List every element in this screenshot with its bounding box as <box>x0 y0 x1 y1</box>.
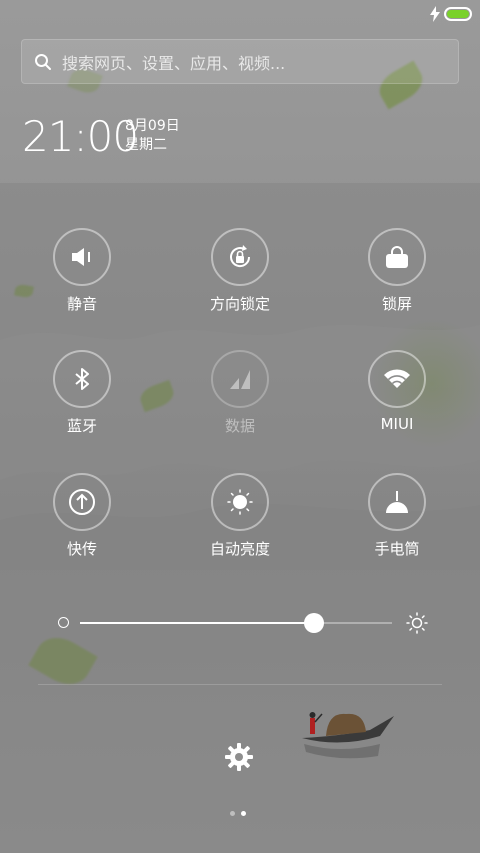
panel-divider <box>38 684 442 685</box>
speaker-icon <box>72 248 90 266</box>
toggle-mute-label: 静音 <box>66 295 97 313</box>
toggle-bluetooth-label: 蓝牙 <box>66 417 97 435</box>
status-bar <box>0 0 480 28</box>
toggle-flashlight[interactable]: 手电筒 <box>337 473 457 559</box>
toggle-auto-brightness[interactable]: 自动亮度 <box>180 473 300 559</box>
search-bar[interactable]: 搜索网页、设置、应用、视频... <box>21 39 459 84</box>
page-dot <box>230 811 235 816</box>
toggle-wifi-label: MIUI <box>380 415 414 433</box>
wifi-icon <box>384 369 410 388</box>
mobile-data-icon <box>230 370 250 389</box>
brightness-slider[interactable] <box>58 610 428 636</box>
wallpaper-boat <box>302 712 394 759</box>
toggle-bluetooth-button[interactable] <box>53 350 111 408</box>
battery-level <box>447 10 469 18</box>
clock-date[interactable]: 8月09日 星期二 <box>125 117 180 155</box>
toggle-wifi[interactable]: MIUI <box>337 350 457 433</box>
toggle-rotation-lock[interactable]: 方向锁定 <box>180 228 300 314</box>
settings-gear-icon[interactable] <box>224 742 254 772</box>
charging-icon <box>430 6 440 22</box>
search-icon <box>35 53 51 70</box>
toggle-mobile-data-button[interactable] <box>211 350 269 408</box>
toggle-rotation-lock-button[interactable] <box>211 228 269 286</box>
toggle-auto-brightness-label: 自动亮度 <box>209 540 270 558</box>
brightness-fill <box>80 622 314 624</box>
brightness-knob[interactable] <box>304 613 324 633</box>
toggle-wifi-button[interactable] <box>368 350 426 408</box>
toggle-lock-screen-button[interactable] <box>368 228 426 286</box>
date-label: 8月09日 <box>125 118 180 134</box>
toggle-lock-screen-label: 锁屏 <box>381 295 412 313</box>
search-placeholder: 搜索网页、设置、应用、视频... <box>62 53 286 73</box>
toggle-mute-button[interactable] <box>53 228 111 286</box>
toggle-mobile-data[interactable]: 数据 <box>180 350 300 436</box>
bluetooth-icon <box>75 368 89 390</box>
toggle-bluetooth[interactable]: 蓝牙 <box>22 350 142 436</box>
dim-circle-icon <box>58 617 69 628</box>
weekday-label: 星期二 <box>125 137 167 153</box>
toggle-flashlight-label: 手电筒 <box>374 540 420 558</box>
page-indicator <box>230 811 246 816</box>
battery-icon <box>444 7 472 21</box>
toggle-quick-transfer-label: 快传 <box>66 540 97 558</box>
toggle-quick-transfer[interactable]: 快传 <box>22 473 142 559</box>
toggle-flashlight-button[interactable] <box>368 473 426 531</box>
page-dot-active <box>241 811 246 816</box>
toggle-mute[interactable]: 静音 <box>22 228 142 314</box>
toggle-quick-transfer-button[interactable] <box>53 473 111 531</box>
rotation-lock-icon <box>230 245 251 268</box>
toggle-mobile-data-label: 数据 <box>224 417 255 435</box>
toggle-rotation-lock-label: 方向锁定 <box>209 295 270 313</box>
toggle-auto-brightness-button[interactable] <box>211 473 269 531</box>
clock-time[interactable]: 21:00 <box>22 112 139 161</box>
sun-icon <box>227 489 253 515</box>
sun-icon <box>406 612 428 634</box>
toggle-lock-screen[interactable]: 锁屏 <box>337 228 457 314</box>
flashlight-icon <box>386 491 408 513</box>
upload-icon <box>69 489 95 515</box>
lock-icon <box>386 246 408 268</box>
